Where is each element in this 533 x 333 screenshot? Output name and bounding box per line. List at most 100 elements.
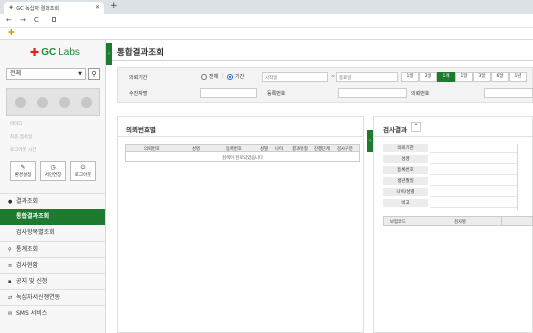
list-icon: ≡ [8, 263, 13, 269]
back-button[interactable]: ← [6, 16, 12, 24]
period-1week-button[interactable]: 1개 [437, 72, 455, 82]
field-institution: 의뢰기관 [383, 144, 428, 153]
search-icon: ⚲ [91, 70, 97, 78]
forward-button[interactable]: → [20, 16, 26, 24]
sidebar: ✚ GC Labs 전체 ▼ ⚲ 마이디 최종 접속일 로그아웃 시간 ✎ 환경… [0, 40, 106, 333]
bookmarks-bar: ✚ [0, 28, 533, 40]
field-name: 성명 [383, 155, 428, 164]
mail-icon: ✉ [8, 311, 13, 317]
power-icon: ⏻ [80, 164, 86, 171]
menu-label: 공지 및 신청 [16, 278, 48, 285]
menu-by-test-item[interactable]: 검사항목별조회 [0, 225, 105, 241]
field-birthdate-value [430, 177, 517, 186]
panel-divider [118, 136, 363, 137]
period-1month-button[interactable]: 1달 [455, 72, 473, 82]
chat-icon: ▪ [8, 279, 12, 285]
menu-statistics[interactable]: ⚲ 통계조회 [0, 241, 105, 257]
address-bar: ← → C [0, 14, 533, 28]
extend-session-button[interactable]: ◷ 서인연장 [40, 161, 66, 181]
settings-icon[interactable] [37, 97, 48, 108]
radio-period-dot [227, 73, 233, 80]
menu-label: 녹십자서신쟁연동 [16, 294, 61, 301]
sidebar-collapse-tab[interactable]: ‹ [106, 43, 112, 65]
select-value: 전체 [10, 70, 22, 77]
end-date-input[interactable] [336, 72, 398, 82]
page-title: 통합결과조회 [117, 48, 164, 58]
menu-label: 검사현황 [16, 262, 39, 269]
menu-notice[interactable]: ▪ 공지 및 신청 [0, 273, 105, 289]
menu-sms[interactable]: ✉ SMS 서비스 [0, 305, 105, 321]
field-registration: 등록번호 [383, 166, 428, 175]
menu-label: 검사항목별조회 [16, 229, 55, 236]
period-1year-button[interactable]: 1년 [509, 72, 527, 82]
period-1day-button[interactable]: 1일 [401, 72, 419, 82]
menu-label: 결과조회 [16, 198, 39, 205]
radio-period-label: 기간 [235, 74, 245, 80]
logout-time-label: 로그아웃 시간 [10, 148, 37, 153]
menu-sync[interactable]: ⇄ 녹십자서신쟁연동 [0, 289, 105, 305]
radio-all-label: 전체 [209, 74, 219, 80]
browser-tab[interactable]: ✚ GC 녹십자 결과조회 ✕ [4, 2, 104, 14]
close-tab-icon[interactable]: ✕ [95, 4, 100, 11]
field-name-value [430, 155, 517, 164]
registration-no-label: 등록번호 [267, 91, 286, 97]
institution-select[interactable]: 전체 ▼ [6, 68, 86, 80]
chevron-up-icon[interactable]: ⌃ [411, 122, 421, 132]
request-no-label: 의뢰번호 [411, 91, 430, 97]
gear-icon[interactable] [15, 97, 26, 108]
radio-period[interactable]: 기간 [227, 73, 244, 80]
request-no-input[interactable] [484, 88, 533, 98]
field-institution-value [430, 144, 517, 153]
settings-button[interactable]: ✎ 환경설정 [10, 161, 36, 181]
logo-gc: GC [41, 47, 57, 58]
field-remarks-value [430, 199, 517, 208]
radio-all[interactable]: 전체 [201, 73, 218, 80]
tab-title: GC 녹십자 결과조회 [16, 5, 59, 12]
new-tab-button[interactable]: + [110, 1, 118, 11]
person-icon: ● [8, 199, 13, 205]
search-icon: ⚲ [8, 247, 12, 253]
request-list-title: 의뢰번호별 [126, 126, 156, 134]
period-3month-button[interactable]: 3달 [473, 72, 491, 82]
radio-all-dot [201, 73, 207, 80]
panel-divider [374, 136, 533, 137]
search-button[interactable]: ⚲ [88, 68, 100, 80]
field-age-sex: 나이/성별 [383, 188, 428, 197]
lock-icon [52, 17, 56, 22]
settings-label: 환경설정 [14, 173, 32, 178]
period-label: 의뢰기간 [129, 75, 148, 81]
start-date-input[interactable] [262, 72, 328, 82]
field-registration-value [430, 166, 517, 175]
period-6month-button[interactable]: 6달 [491, 72, 509, 82]
key-icon[interactable] [81, 97, 92, 108]
menu-test-status[interactable]: ≡ 검사현황 [0, 257, 105, 273]
last-login-label: 최종 접속일 [10, 135, 33, 140]
chevron-left-icon: ‹ [108, 51, 110, 57]
sync-icon: ⇄ [8, 295, 13, 301]
menu-label: 통계조회 [16, 246, 39, 253]
bell-icon[interactable] [59, 97, 70, 108]
empty-message: 검색이 된로되었습니다 [222, 156, 263, 161]
logo-cross-icon: ✚ [30, 46, 40, 59]
chevron-down-icon: ▼ [78, 71, 82, 77]
title-divider [112, 60, 533, 61]
date-tilde: ~ [331, 74, 336, 80]
field-age-sex-value [430, 188, 517, 197]
logout-button[interactable]: ⏻ 로그아웃 [70, 161, 96, 181]
request-table-header: 의뢰번호 성명 등록번호 성별 나이 결과유형 진행단계 검사구분 [125, 144, 360, 152]
test-table-header: 보험코드 검사명 [383, 216, 533, 226]
period-3day-button[interactable]: 3일 [419, 72, 437, 82]
menu-integrated-results[interactable]: 통합결과조회 [0, 209, 105, 225]
bookmark-icon[interactable]: ✚ [8, 29, 15, 37]
clock-icon: ◷ [50, 164, 56, 171]
quick-icon-panel [6, 88, 100, 116]
registration-no-input[interactable] [338, 88, 407, 98]
menu-result-query[interactable]: ● 결과조회 [0, 193, 105, 209]
field-grid-line [517, 144, 518, 210]
reload-button[interactable]: C [34, 16, 39, 24]
extend-label: 서인연장 [44, 173, 62, 178]
menu-label: 통합결과조회 [16, 213, 50, 220]
logo-labs: Labs [58, 47, 80, 58]
test-result-title: 검사결과 [383, 126, 407, 134]
patient-name-input[interactable] [200, 88, 257, 98]
